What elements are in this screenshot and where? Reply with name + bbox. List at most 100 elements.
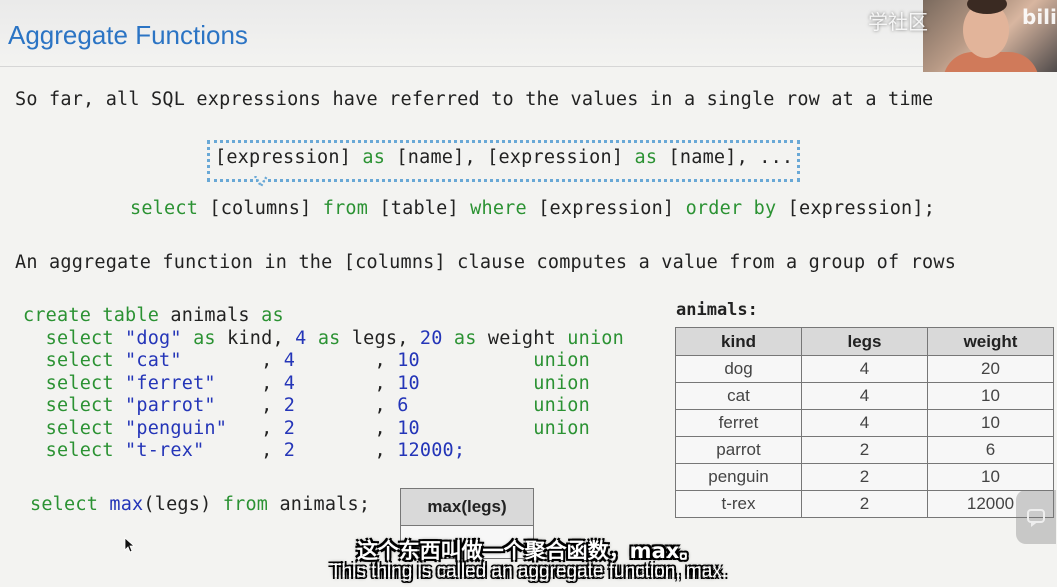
table-row: cat 4 10 <box>675 382 1054 410</box>
code-token: , <box>227 417 284 439</box>
code-token: legs, <box>351 327 420 349</box>
create-table-code-block: create table animals as select "dog" as … <box>23 305 624 463</box>
code-token: from <box>222 494 280 515</box>
code-token: select <box>23 395 126 416</box>
column-header-kind: kind <box>675 327 802 356</box>
code-token: select <box>130 198 199 219</box>
code-token: 2 <box>283 417 296 439</box>
code-token: union <box>533 417 590 439</box>
code-token: create table <box>23 305 171 326</box>
code-lines: create table animals as select "dog" as … <box>23 305 624 463</box>
code-token: select <box>23 372 126 394</box>
code-token: as <box>442 327 488 349</box>
code-token: "penguin" <box>125 417 228 439</box>
code-token: , <box>215 372 284 394</box>
cell-kind: cat <box>675 382 802 410</box>
table-row: t-rex 2 12000 <box>675 490 1054 518</box>
chat-bubble-icon <box>1027 509 1045 527</box>
cell-kind: ferret <box>675 409 802 437</box>
callout-pointer-icon <box>254 176 268 189</box>
code-token: "ferret" <box>125 372 216 394</box>
cell-kind: penguin <box>675 463 802 491</box>
code-token: as <box>362 147 386 168</box>
animals-table: kind legs weight dog 4 20 cat 4 10 ferret 4 10… <box>675 327 1054 518</box>
code-line: select "ferret" , 4 , 10 union <box>23 373 624 396</box>
site-watermark: 学社区 <box>868 10 928 34</box>
code-token: select <box>23 440 126 461</box>
code-token: [name], ... <box>657 147 794 168</box>
cell-kind: parrot <box>675 436 802 464</box>
aggregate-description-line: An aggregate function in the [columns] c… <box>15 252 957 273</box>
cell-weight: 20 <box>927 355 1054 383</box>
code-token: union <box>533 350 590 371</box>
cell-kind: dog <box>675 355 802 383</box>
code-token: as <box>634 147 658 168</box>
code-token: from <box>322 198 369 219</box>
code-token: 12000; <box>397 440 466 461</box>
code-token: [name], [expression] <box>385 147 635 168</box>
cell-weight: 10 <box>927 409 1054 437</box>
code-token: 4 <box>283 372 296 394</box>
code-token: "cat" <box>125 350 182 371</box>
table-row: dog 4 20 <box>675 355 1054 383</box>
code-token: 10 <box>397 417 420 439</box>
select-statement-line: select [columns] from [table] where [exp… <box>130 198 935 219</box>
code-token: 2 <box>283 395 296 416</box>
cell-legs: 4 <box>801 409 928 437</box>
code-token: [table] <box>368 198 471 219</box>
code-line: select "penguin" , 2 , 10 union <box>23 418 624 441</box>
column-header-weight: weight <box>927 327 1054 356</box>
code-token: "t-rex" <box>125 440 205 461</box>
cell-legs: 4 <box>801 382 928 410</box>
cell-weight: 10 <box>927 463 1054 491</box>
subtitle-english: This thing is called an aggregate functi… <box>329 561 728 582</box>
code-token: union <box>533 395 590 416</box>
code-line: select "parrot" , 2 , 6 union <box>23 395 624 418</box>
code-token: select <box>23 417 126 439</box>
max-legs-header: max(legs) <box>400 488 534 526</box>
code-token: animals <box>170 305 262 326</box>
code-token: 6 <box>397 395 409 416</box>
code-token: , <box>204 440 284 461</box>
table-row: parrot 2 6 <box>675 436 1054 464</box>
code-token: select <box>30 494 110 515</box>
code-token: [expression] <box>215 147 363 168</box>
code-token: as <box>261 305 284 326</box>
code-token: [expression] <box>526 198 686 219</box>
code-token: [expression]; <box>776 198 936 219</box>
code-line: select "cat" , 4 , 10 union <box>23 350 624 373</box>
cell-legs: 2 <box>801 490 928 518</box>
slide-title: Aggregate Functions <box>8 20 248 50</box>
code-token: 2 <box>283 440 296 461</box>
code-token: weight <box>487 327 568 349</box>
code-line: create table animals as <box>23 305 624 328</box>
cell-weight: 10 <box>927 382 1054 410</box>
code-token: union <box>533 372 590 394</box>
code-token: , <box>215 395 284 416</box>
intro-line: So far, all SQL expressions have referre… <box>15 89 934 110</box>
max-query-line: select max(legs) from animals; <box>30 494 370 515</box>
code-token: , <box>295 440 398 461</box>
table-row: ferret 4 10 <box>675 409 1054 437</box>
code-token: max <box>109 494 144 515</box>
code-token: 10 <box>397 350 420 371</box>
code-token: "parrot" <box>125 395 216 416</box>
code-token: (legs) <box>143 494 223 515</box>
bilibili-logo-mark: bilib <box>1022 5 1057 29</box>
code-token: 10 <box>397 372 420 394</box>
table-row: penguin 2 10 <box>675 463 1054 491</box>
code-token: order by <box>685 198 777 219</box>
animals-table-title: animals: <box>676 300 758 320</box>
code-token: , <box>181 350 284 371</box>
code-token: as <box>306 327 352 349</box>
code-token: , <box>295 395 398 416</box>
code-token: , <box>295 372 398 394</box>
code-token: [columns] <box>198 198 323 219</box>
cell-legs: 2 <box>801 463 928 491</box>
code-token: select <box>23 327 126 349</box>
code-token: animals; <box>279 494 371 515</box>
